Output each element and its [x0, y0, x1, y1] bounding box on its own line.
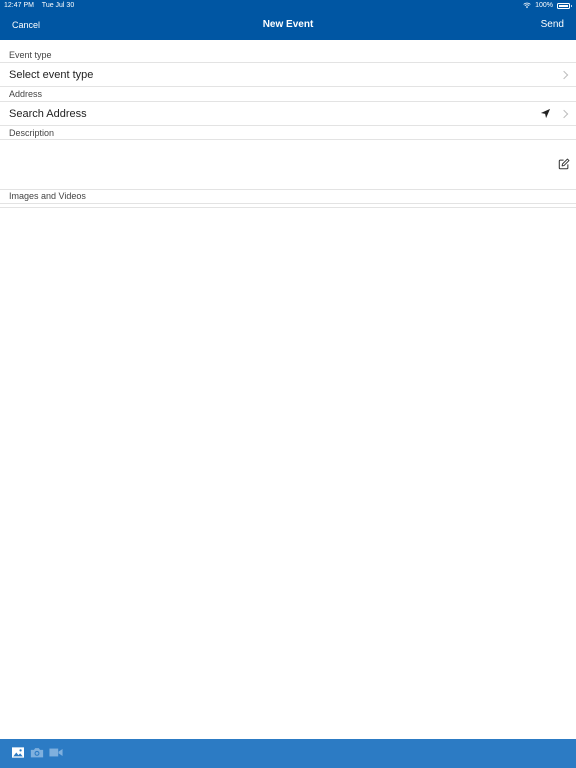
address-search-input[interactable]: Search Address: [9, 108, 87, 120]
divider: [0, 207, 576, 208]
divider: [0, 203, 576, 204]
status-bar: 12:47 PM Tue Jul 30 100%: [0, 0, 576, 11]
status-time: 12:47 PM: [4, 2, 34, 9]
status-right: 100%: [523, 0, 572, 11]
status-left: 12:47 PM Tue Jul 30: [4, 0, 80, 11]
battery-percent: 100%: [535, 2, 553, 9]
address-label: Address: [9, 89, 43, 99]
address-row[interactable]: Search Address: [0, 101, 576, 126]
top-bar: 12:47 PM Tue Jul 30 100% Cancel New Even…: [0, 0, 576, 40]
description-label: Description: [9, 128, 55, 138]
send-button[interactable]: Send: [541, 19, 564, 30]
event-type-value: Select event type: [9, 69, 94, 81]
status-date: Tue Jul 30: [41, 2, 75, 9]
description-field[interactable]: [0, 139, 576, 190]
image-icon[interactable]: [12, 747, 24, 758]
edit-icon[interactable]: [558, 158, 570, 170]
wifi-icon: [523, 2, 531, 9]
images-videos-label: Images and Videos: [9, 191, 86, 201]
video-icon[interactable]: [49, 747, 63, 758]
page-title: New Event: [262, 19, 314, 30]
location-arrow-icon[interactable]: [540, 108, 551, 119]
media-toolbar: [0, 739, 576, 768]
event-type-label: Event type: [9, 50, 52, 60]
chevron-right-icon: [559, 70, 569, 80]
chevron-right-icon: [559, 109, 569, 119]
navigation-bar: Cancel New Event Send: [0, 11, 576, 40]
battery-icon: [557, 2, 572, 9]
camera-icon[interactable]: [30, 747, 44, 758]
event-type-select[interactable]: Select event type: [0, 62, 576, 87]
